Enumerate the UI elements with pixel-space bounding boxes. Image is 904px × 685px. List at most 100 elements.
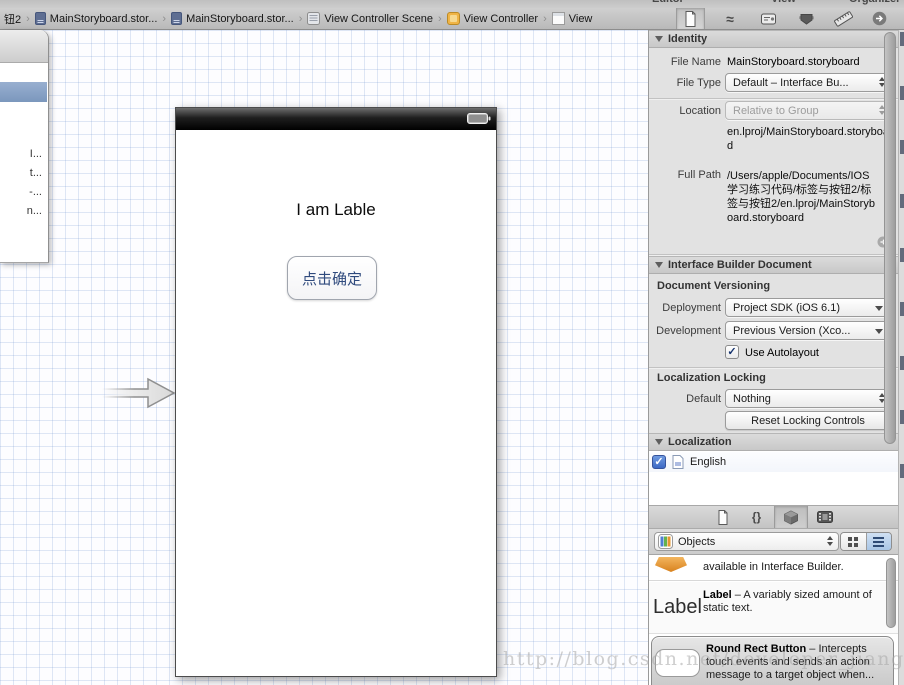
view-controller-icon <box>447 12 460 25</box>
storyboard-file-icon <box>171 12 182 25</box>
quick-help-icon: ≈ <box>726 14 734 24</box>
storyboard-canvas[interactable]: I... t... -... n... <box>0 30 648 685</box>
inspector-scrollbar-thumb[interactable] <box>884 32 896 444</box>
canvas-label[interactable]: I am Lable <box>176 200 496 220</box>
edge-notch <box>900 464 904 478</box>
scene-icon <box>307 12 320 25</box>
toolbar-strip: Editor View Organizer <box>0 0 904 8</box>
library-view-mode-segmented-control <box>840 532 892 551</box>
grid-view-button[interactable] <box>841 533 866 550</box>
library-item-name: Label <box>703 589 732 601</box>
language-checkbox[interactable]: ✓ <box>652 455 666 469</box>
xcode-window: Editor View Organizer 钮2 › MainStoryboar… <box>0 0 904 685</box>
identity-card-icon <box>761 13 776 25</box>
file-inspector-tab[interactable] <box>680 9 700 28</box>
library-item-label[interactable]: Label Label – A variably sized amount of… <box>649 582 898 634</box>
code-snippet-library-tab[interactable]: {} <box>740 506 774 528</box>
localization-doc-icon <box>672 455 684 469</box>
deployment-popup[interactable]: Project SDK (iOS 6.1) <box>725 298 891 317</box>
list-view-icon <box>873 537 884 547</box>
outline-item[interactable]: I... <box>30 148 42 160</box>
file-type-popup[interactable]: Default – Interface Bu... <box>725 73 891 92</box>
battery-icon <box>467 113 491 124</box>
language-row[interactable]: ✓ English <box>649 452 898 472</box>
ib-document-section-header[interactable]: Interface Builder Document <box>649 256 898 274</box>
file-name-value: MainStoryboard.storyboard <box>727 56 860 68</box>
disclosure-triangle-icon <box>655 36 663 42</box>
use-autolayout-checkbox[interactable]: ✓ <box>725 345 739 359</box>
initial-view-controller-arrow[interactable] <box>101 370 177 416</box>
cube-icon <box>783 510 799 525</box>
outline-item[interactable]: n... <box>27 205 42 217</box>
media-library-tab[interactable] <box>808 506 842 528</box>
toolbar-label-editor: Editor <box>652 0 684 5</box>
label-preview: Label <box>653 596 699 619</box>
identity-inspector-tab[interactable] <box>758 9 778 28</box>
canvas-round-rect-button[interactable]: 点击确定 <box>287 256 377 300</box>
development-label: Development <box>649 325 721 337</box>
outline-item[interactable]: t... <box>30 167 42 179</box>
attributes-shield-icon <box>799 12 814 26</box>
library-item-round-rect-button[interactable]: Round Rect Button – Intercepts touch eve… <box>651 636 894 685</box>
library-item-name: Round Rect Button <box>706 643 806 655</box>
objects-library-icon <box>658 534 673 549</box>
status-bar <box>176 108 496 130</box>
file-templates-library-tab[interactable] <box>706 506 740 528</box>
disclosure-triangle-icon <box>655 262 663 268</box>
toolbar-divider <box>704 8 705 29</box>
file-template-icon <box>717 510 729 525</box>
library-scrollbar-thumb[interactable] <box>886 558 896 628</box>
reset-locking-controls-button[interactable]: Reset Locking Controls <box>725 411 891 430</box>
library-item-description: available in Interface Builder. <box>703 561 844 573</box>
jumpbar-item-view-controller[interactable]: View Controller <box>445 12 540 25</box>
grid-view-icon <box>848 537 858 547</box>
popup-arrow-icon <box>875 306 883 311</box>
development-popup[interactable]: Previous Version (Xco... <box>725 321 891 340</box>
connections-inspector-tab[interactable] <box>869 9 889 28</box>
connections-arrow-icon <box>872 11 887 26</box>
deployment-label: Deployment <box>649 302 721 314</box>
size-ruler-icon <box>834 10 853 27</box>
location-popup[interactable]: Relative to Group <box>725 101 891 120</box>
outline-selected-row[interactable] <box>0 82 47 102</box>
jumpbar-separator: › <box>23 13 33 25</box>
location-label: Location <box>649 105 721 117</box>
jumpbar-item-scene[interactable]: View Controller Scene <box>305 12 435 25</box>
object-box-icon <box>655 557 687 572</box>
list-view-button[interactable] <box>866 533 892 550</box>
document-outline-panel: I... t... -... n... <box>0 30 49 263</box>
utilities-panel: Identity File Name MainStoryboard.storyb… <box>648 30 904 685</box>
jumpbar-separator: › <box>159 13 169 25</box>
jumpbar-item-storyboard-file[interactable]: MainStoryboard.stor... <box>33 12 160 25</box>
edge-notch <box>900 140 904 154</box>
quick-help-tab[interactable]: ≈ <box>720 9 740 28</box>
full-path-label: Full Path <box>649 169 721 181</box>
jumpbar-item-storyboard-doc[interactable]: MainStoryboard.stor... <box>169 12 296 25</box>
edge-notch <box>900 86 904 100</box>
library-filter-row: Objects <box>649 529 898 555</box>
checkmark-icon: ✓ <box>727 347 736 358</box>
round-rect-button-preview <box>655 649 700 677</box>
jumpbar-separator: › <box>540 13 550 25</box>
disclosure-triangle-icon <box>655 439 663 445</box>
size-inspector-tab[interactable] <box>833 9 853 28</box>
library-scope-popup[interactable]: Objects <box>654 532 839 551</box>
outline-item[interactable]: -... <box>29 186 42 198</box>
localization-section-header[interactable]: Localization <box>649 433 898 451</box>
jumpbar-item-view[interactable]: View <box>550 12 595 25</box>
divider <box>649 98 898 99</box>
jumpbar-item-project[interactable]: 钮2 <box>2 11 23 27</box>
attributes-inspector-tab[interactable] <box>796 9 816 28</box>
default-locking-popup[interactable]: Nothing <box>725 389 891 408</box>
language-name: English <box>690 456 726 468</box>
file-inspector-icon <box>684 11 697 27</box>
object-library-list: available in Interface Builder. Label La… <box>649 555 898 685</box>
braces-icon: {} <box>752 510 761 524</box>
toolbar-label-view: View <box>771 0 796 5</box>
file-name-label: File Name <box>649 56 721 68</box>
relative-path-text: en.lproj/MainStoryboard.storyboard <box>727 125 893 153</box>
library-item-partial[interactable]: available in Interface Builder. <box>649 555 898 581</box>
view-controller-view[interactable]: I am Lable 点击确定 <box>175 107 497 677</box>
object-library-tab[interactable] <box>774 506 808 528</box>
identity-section-header[interactable]: Identity <box>649 30 898 48</box>
